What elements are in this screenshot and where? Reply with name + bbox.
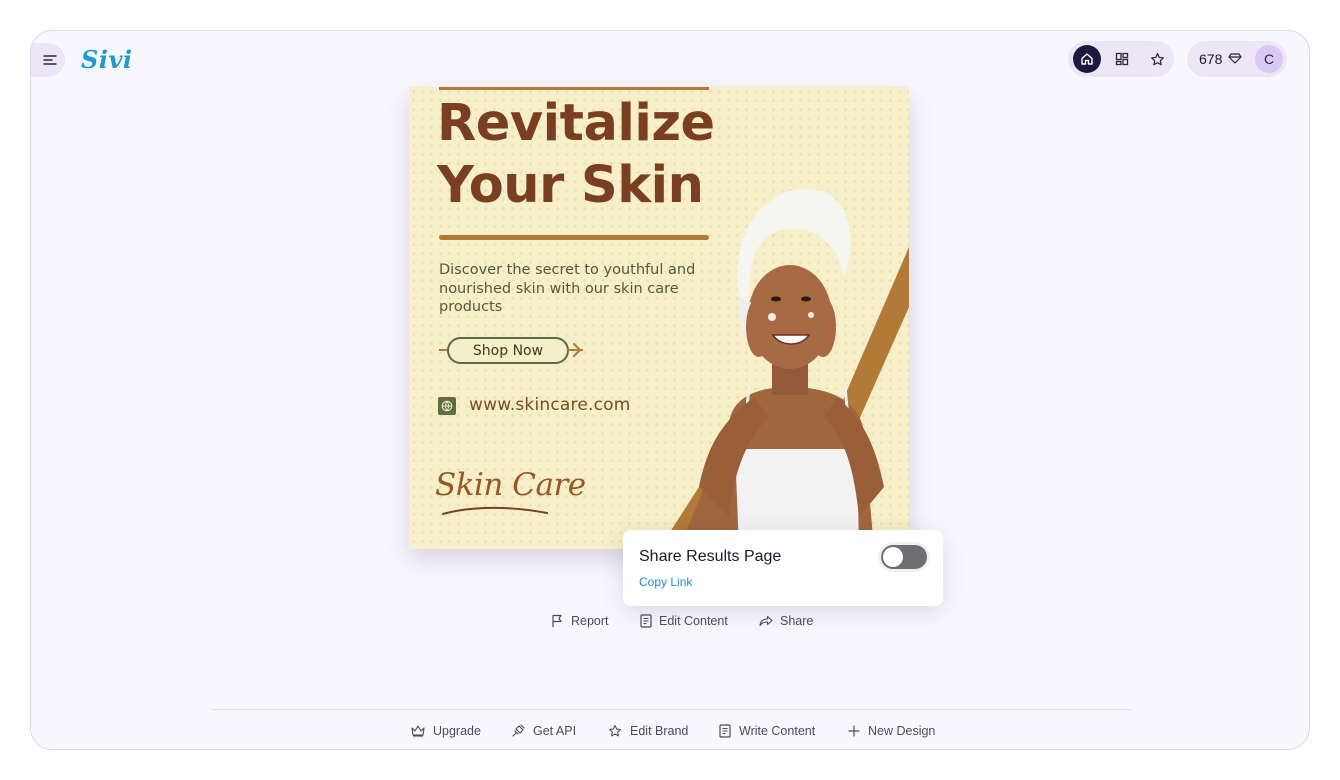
globe-icon (438, 397, 456, 415)
design-poster[interactable]: Revitalize Your Skin Discover the secret… (409, 87, 909, 549)
share-title: Share Results Page (639, 548, 782, 565)
edit-content-label: Edit Content (659, 614, 728, 628)
crown-icon (411, 725, 425, 737)
nav-group (1068, 41, 1174, 77)
flag-icon (551, 614, 564, 628)
poster-url: www.skincare.com (469, 395, 631, 415)
edit-brand-button[interactable]: Edit Brand (608, 721, 688, 741)
share-label: Share (780, 614, 814, 628)
share-popover: Share Results Page Copy Link (623, 530, 943, 606)
arrow-right-icon (567, 340, 581, 360)
avatar[interactable]: C (1255, 45, 1283, 73)
star-outline-icon (608, 724, 622, 738)
sivi-logo[interactable]: Sivi (81, 45, 133, 74)
poster-top-rule (439, 87, 709, 90)
bottom-divider (211, 709, 1131, 710)
write-content-label: Write Content (739, 724, 816, 738)
grid-icon (1115, 52, 1129, 66)
credits-pill[interactable]: 678 C (1187, 41, 1287, 77)
result-stage: Revitalize Your Skin Discover the secret… (31, 87, 1309, 749)
home-button[interactable] (1073, 45, 1101, 73)
star-icon (1150, 52, 1165, 67)
upgrade-button[interactable]: Upgrade (411, 721, 481, 741)
share-icon (759, 615, 773, 627)
get-api-button[interactable]: Get API (511, 721, 576, 741)
upgrade-label: Upgrade (433, 724, 481, 738)
new-design-button[interactable]: New Design (848, 721, 935, 741)
copy-link[interactable]: Copy Link (639, 575, 692, 589)
toggle-knob (883, 547, 903, 567)
report-label: Report (571, 614, 609, 628)
home-icon (1080, 52, 1094, 66)
plug-icon (511, 724, 525, 738)
model-photo (659, 187, 909, 549)
new-design-label: New Design (868, 724, 936, 738)
app-window: Sivi 678 C Revitalize Your Skin Discover… (30, 30, 1310, 750)
share-toggle[interactable] (881, 545, 927, 569)
edit-content-button[interactable]: Edit Content (640, 611, 728, 631)
credits-count: 678 (1199, 51, 1223, 67)
share-button[interactable]: Share (759, 611, 813, 631)
poster-brand: Skin Care (435, 467, 586, 503)
plus-icon (848, 725, 860, 737)
document-icon (719, 724, 731, 738)
write-content-button[interactable]: Write Content (719, 721, 815, 741)
menu-icon (43, 54, 57, 66)
shop-now-button: Shop Now (447, 337, 569, 364)
diamond-icon (1228, 51, 1242, 65)
document-icon (640, 614, 652, 628)
edit-brand-label: Edit Brand (630, 724, 689, 738)
menu-button[interactable] (31, 43, 65, 77)
gallery-button[interactable] (1108, 45, 1136, 73)
favorites-button[interactable] (1143, 45, 1171, 73)
report-button[interactable]: Report (551, 611, 609, 631)
headline-line-1: Revitalize (437, 94, 715, 153)
get-api-label: Get API (533, 724, 577, 738)
brand-swash-icon (441, 505, 551, 517)
